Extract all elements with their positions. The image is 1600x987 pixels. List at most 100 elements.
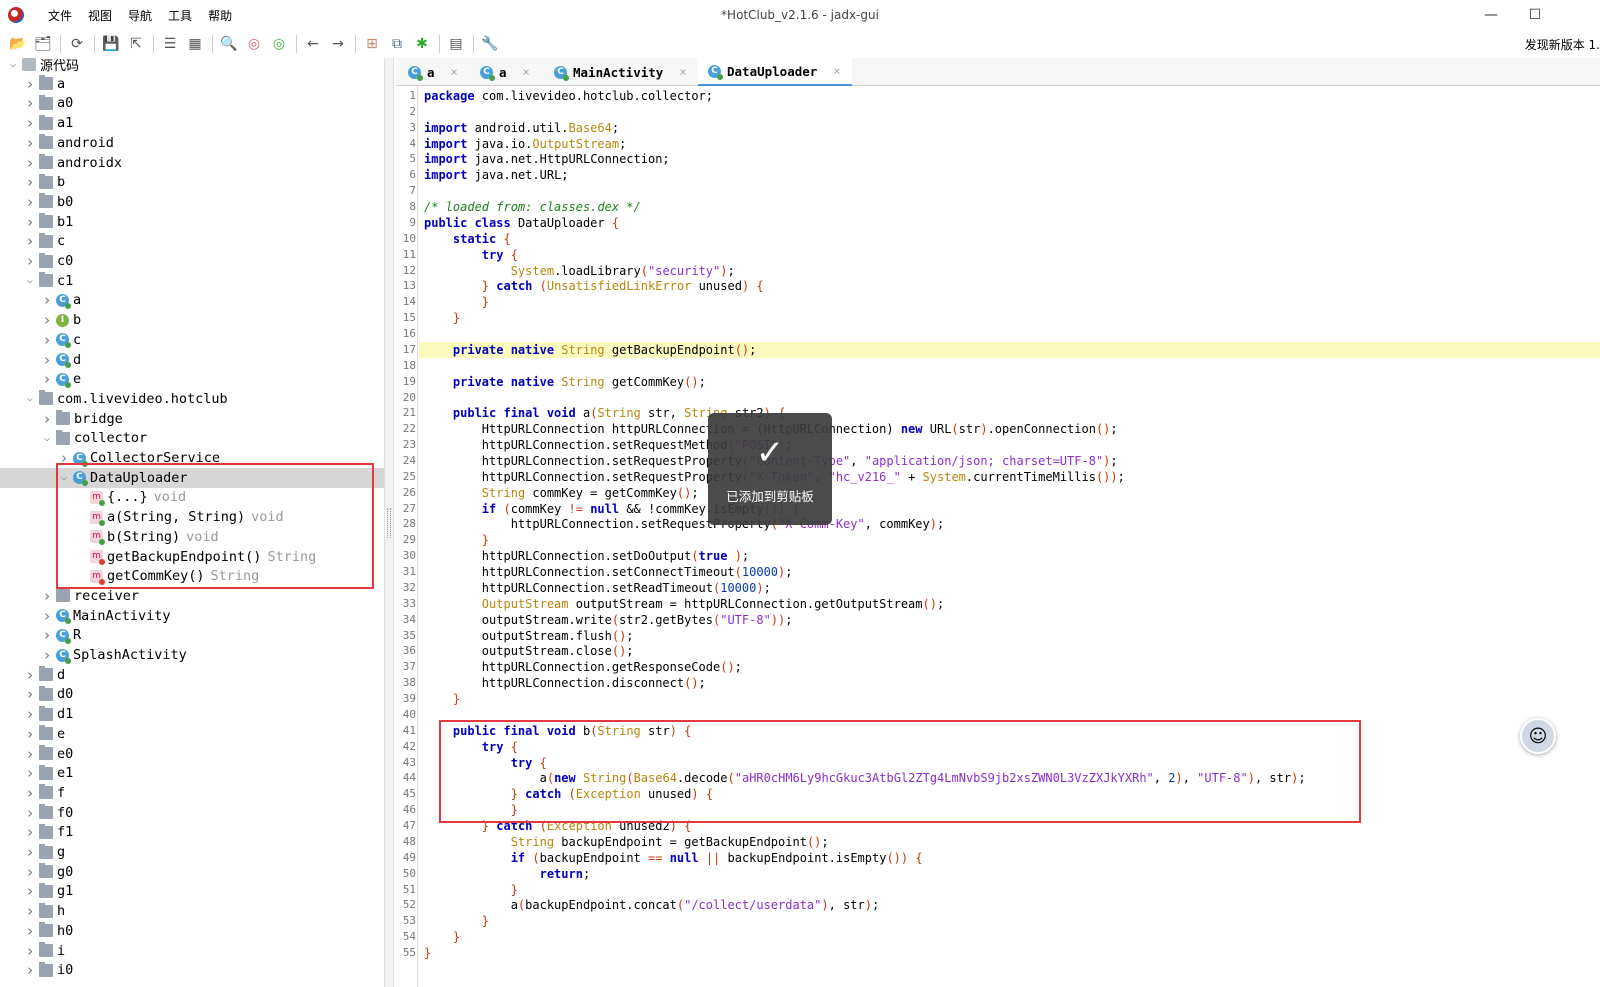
panel-splitter[interactable] xyxy=(384,58,394,987)
deobfuscation-icon[interactable]: ⊞ xyxy=(360,33,384,55)
assistant-avatar-icon[interactable]: ☺ xyxy=(1520,718,1556,754)
expand-arrow-icon[interactable]: › xyxy=(23,94,37,112)
collapse-arrow-icon[interactable]: ⌵ xyxy=(40,433,54,444)
code-line[interactable]: OutputStream outputStream = httpURLConne… xyxy=(424,596,944,612)
code-line[interactable]: String backupEndpoint = getBackupEndpoin… xyxy=(424,834,829,850)
menu-tools[interactable]: 工具 xyxy=(160,7,200,24)
menu-navigation[interactable]: 导航 xyxy=(120,7,160,24)
log-icon[interactable]: ▤ xyxy=(444,33,468,55)
expand-arrow-icon[interactable]: › xyxy=(23,764,37,782)
code-line[interactable]: outputStream.flush(); xyxy=(424,628,634,644)
tree-node[interactable]: ⌵ 源代码 xyxy=(0,58,384,74)
expand-arrow-icon[interactable]: › xyxy=(40,646,54,664)
expand-arrow-icon[interactable]: › xyxy=(23,863,37,881)
tree-node[interactable]: › b xyxy=(0,172,384,192)
code-editor[interactable]: 1 2 3 4 5 6 7 8 9 10 11 12 13 14 15 16 17 18 19 20 21 22 23 24 2… xyxy=(396,87,1600,987)
code-line[interactable]: public class DataUploader { xyxy=(424,215,619,231)
add-files-icon[interactable]: 🗂 xyxy=(31,33,55,55)
editor-tab[interactable]: C DataUploader × xyxy=(698,58,852,86)
code-line[interactable]: System.loadLibrary("security"); xyxy=(424,263,735,279)
code-line[interactable]: outputStream.close(); xyxy=(424,643,634,659)
expand-arrow-icon[interactable]: › xyxy=(23,193,37,211)
tree-node[interactable]: › a0 xyxy=(0,93,384,113)
tree-node[interactable]: › Cd xyxy=(0,350,384,370)
tree-node[interactable]: › C SplashActivity xyxy=(0,645,384,665)
expand-arrow-icon[interactable]: › xyxy=(40,331,54,349)
expand-arrow-icon[interactable]: › xyxy=(23,252,37,270)
expand-arrow-icon[interactable]: › xyxy=(23,232,37,250)
tree-node[interactable]: › C CollectorService xyxy=(0,448,384,468)
tab-close-icon[interactable]: × xyxy=(451,65,458,79)
expand-arrow-icon[interactable]: › xyxy=(40,351,54,369)
tree-node[interactable]: › receiver xyxy=(0,586,384,606)
tree-node[interactable]: › d0 xyxy=(0,684,384,704)
tree-node[interactable]: › androidx xyxy=(0,153,384,173)
code-line[interactable]: httpURLConnection.setDoOutput(true ); xyxy=(424,548,749,564)
tree-node[interactable]: › h xyxy=(0,901,384,921)
tree-node[interactable]: › a1 xyxy=(0,113,384,133)
code-line[interactable]: private native String getCommKey(); xyxy=(424,374,706,390)
tree-node[interactable]: m {...} void xyxy=(0,487,384,507)
code-line[interactable]: } catch (UnsatisfiedLinkError unused) { xyxy=(424,278,764,294)
tree-node[interactable]: › Ib xyxy=(0,310,384,330)
code-line[interactable]: } xyxy=(424,802,518,818)
editor-tab[interactable]: C MainActivity × xyxy=(544,58,692,86)
expand-arrow-icon[interactable]: › xyxy=(40,587,54,605)
expand-arrow-icon[interactable]: › xyxy=(40,370,54,388)
open-file-icon[interactable]: 📂 xyxy=(6,33,30,55)
expand-arrow-icon[interactable]: › xyxy=(23,213,37,231)
code-line[interactable]: import java.net.URL; xyxy=(424,167,569,183)
flatten-packages-icon[interactable]: ▦ xyxy=(183,33,207,55)
code-line[interactable]: String commKey = getCommKey(); xyxy=(424,485,699,501)
save-all-icon[interactable]: 💾 xyxy=(99,33,123,55)
tree-node[interactable]: › Ca xyxy=(0,290,384,310)
code-line[interactable]: /* loaded from: classes.dex */ xyxy=(424,199,641,215)
collapse-arrow-icon[interactable]: ⌵ xyxy=(23,393,37,404)
tree-node[interactable]: › f1 xyxy=(0,822,384,842)
code-line[interactable]: outputStream.write(str2.getBytes("UTF-8"… xyxy=(424,612,793,628)
tree-node[interactable]: › C R xyxy=(0,625,384,645)
tree-node[interactable]: › h0 xyxy=(0,921,384,941)
tab-close-icon[interactable]: × xyxy=(833,64,840,78)
code-line[interactable]: } xyxy=(424,929,460,945)
source-tree[interactable]: ⌵ 源代码 › a › a0 › a1 › android › androidx › b › b0 › b1 › c ›… xyxy=(0,58,384,987)
code-line[interactable]: package com.livevideo.hotclub.collector; xyxy=(424,88,713,104)
code-line[interactable]: try { xyxy=(424,739,518,755)
code-line[interactable]: httpURLConnection.getResponseCode(); xyxy=(424,659,742,675)
tab-close-icon[interactable]: × xyxy=(679,65,686,79)
code-line[interactable]: httpURLConnection.setRequestProperty("X-… xyxy=(424,516,945,532)
expand-arrow-icon[interactable]: › xyxy=(23,843,37,861)
editor-tab[interactable]: Ca × xyxy=(398,58,470,86)
code-line[interactable]: } xyxy=(424,532,489,548)
back-icon[interactable]: ← xyxy=(301,33,325,55)
tree-node[interactable]: › b1 xyxy=(0,212,384,232)
code-line[interactable]: } xyxy=(424,294,489,310)
code-line[interactable]: import android.util.Base64; xyxy=(424,120,619,136)
tree-node[interactable]: › e0 xyxy=(0,744,384,764)
expand-arrow-icon[interactable]: › xyxy=(23,784,37,802)
code-line[interactable]: private native String getBackupEndpoint(… xyxy=(424,342,756,358)
sync-tree-icon[interactable]: ☰ xyxy=(158,33,182,55)
reload-icon[interactable]: ⟳ xyxy=(65,33,89,55)
tree-node[interactable]: › g xyxy=(0,842,384,862)
tree-node[interactable]: › c0 xyxy=(0,251,384,271)
code-line[interactable]: } xyxy=(424,310,460,326)
expand-arrow-icon[interactable]: › xyxy=(23,114,37,132)
tree-node[interactable]: › android xyxy=(0,133,384,153)
expand-arrow-icon[interactable]: › xyxy=(23,942,37,960)
tree-node[interactable]: › e xyxy=(0,724,384,744)
tree-node[interactable]: ⌵ com.livevideo.hotclub xyxy=(0,389,384,409)
update-available-label[interactable]: 发现新版本 1. xyxy=(1525,36,1600,53)
code-line[interactable]: } xyxy=(424,882,518,898)
tree-node[interactable]: › i xyxy=(0,941,384,961)
find-class-icon[interactable]: ◎ xyxy=(242,33,266,55)
code-line[interactable]: } catch (Exception unused) { xyxy=(424,786,713,802)
tree-node[interactable]: ⌵ collector xyxy=(0,428,384,448)
tree-node[interactable]: m b(String) void xyxy=(0,527,384,547)
collapse-arrow-icon[interactable]: ⌵ xyxy=(23,275,37,286)
tree-node[interactable]: m a(String, String) void xyxy=(0,507,384,527)
tree-node[interactable]: › c xyxy=(0,231,384,251)
tree-node[interactable]: › bridge xyxy=(0,409,384,429)
export-icon[interactable]: ⇱ xyxy=(124,33,148,55)
expand-arrow-icon[interactable]: › xyxy=(40,607,54,625)
